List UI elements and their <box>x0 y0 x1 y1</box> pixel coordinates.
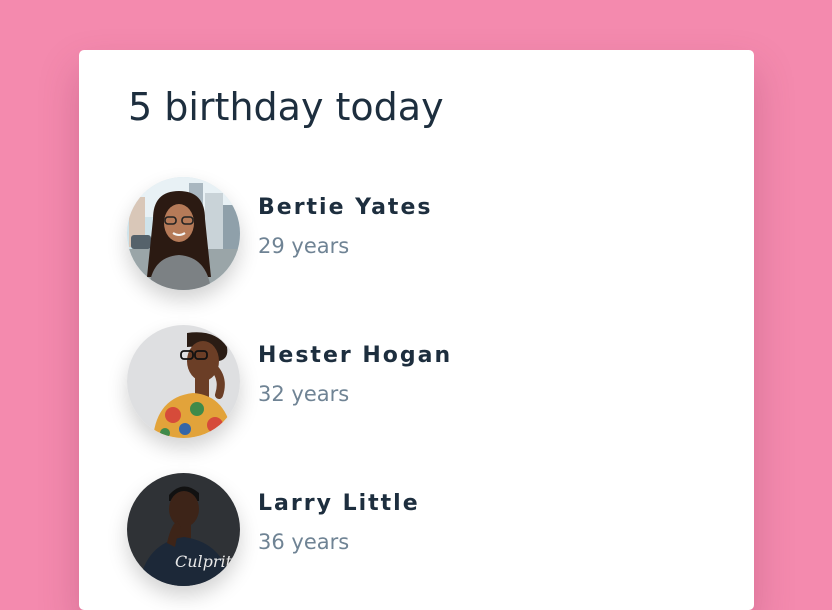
person-name: Hester Hogan <box>258 343 453 368</box>
avatar: Culprit <box>127 473 240 586</box>
card-title: 5 birthday today <box>128 85 444 129</box>
person-age: 32 years <box>258 382 350 406</box>
avatar <box>127 325 240 438</box>
list-item: Hester Hogan 32 years <box>127 325 687 438</box>
person-name: Bertie Yates <box>258 195 433 220</box>
svg-text:Culprit: Culprit <box>175 552 233 571</box>
person-age: 29 years <box>258 234 350 258</box>
list-item: Culprit Larry Little 36 years <box>127 473 687 586</box>
birthday-card: 5 birthday today Bertie Yates 29 years H… <box>79 50 754 610</box>
list-item: Bertie Yates 29 years <box>127 177 687 290</box>
person-age: 36 years <box>258 530 350 554</box>
avatar <box>127 177 240 290</box>
person-name: Larry Little <box>258 491 420 516</box>
